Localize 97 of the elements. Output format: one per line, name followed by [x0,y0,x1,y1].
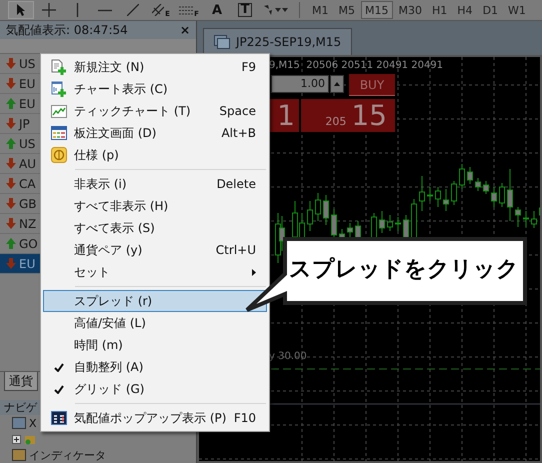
tree-item[interactable]: インディケータ [29,448,106,462]
candlestick [459,164,465,190]
callout-text: スプレッドをクリック [289,257,519,283]
candlestick [427,186,433,202]
folder-icon [24,433,36,445]
timeframe-button[interactable]: M30 [394,1,426,19]
candlestick [475,178,481,192]
timeframe-button[interactable]: W1 [504,1,530,19]
timeframe-button[interactable]: H4 [453,1,477,19]
tick-chart-icon [51,104,67,118]
textbox-tool-button[interactable]: T [232,1,258,19]
candlestick [467,166,473,184]
menu-item[interactable]: すべて非表示 (H) [43,195,267,217]
menu-item[interactable]: 時間 (m) [43,334,267,356]
sell-price[interactable]: 1 [267,99,299,132]
cursor-tool-button[interactable] [8,1,34,19]
candlestick [347,222,353,238]
coin-icon [51,147,67,163]
menu-item[interactable]: 高値/安値 (L) [43,312,267,334]
trend-line-icon [127,4,139,16]
timeframe-button[interactable]: M1 [308,1,332,19]
panel-title: 気配値表示: 08:47:54 [6,22,128,38]
symbol-text: EU [19,256,36,270]
timeframe-button[interactable]: M5 [334,1,359,19]
candlestick [507,168,513,222]
panel-tab[interactable]: 通貨 [4,372,38,391]
menu-item[interactable]: グリッド (G) [43,378,267,400]
candlestick [499,182,505,208]
cursor-icon [16,3,26,17]
candlestick [523,210,529,228]
crosshair-icon [42,3,56,17]
new-document-icon [51,58,67,76]
chart-window-icon [214,35,230,49]
level-label: y 30.00 [269,351,307,362]
candlestick [483,180,489,194]
timeframe-button[interactable]: M15 [361,1,392,19]
symbol-text: EU [19,96,36,110]
text-tool-button[interactable]: A [204,1,230,19]
symbol-text: US [19,136,36,150]
candlestick [379,210,385,234]
tree-item[interactable]: X [29,416,37,430]
candlestick [515,206,521,228]
symbol-text: JP [19,116,30,130]
navigator-title: ナビゲ [4,400,37,415]
symbol-text: GO [19,236,38,250]
candlestick [307,200,313,232]
square-icon [12,449,26,461]
candlestick [387,214,393,232]
chart-tab[interactable]: JP225-SEP19,M15 [203,28,352,55]
timeframe-button[interactable]: H1 [428,1,452,19]
horizontal-line-icon [98,8,112,12]
symbol-text: US [19,56,36,70]
buy-price[interactable]: 205 15 [301,99,395,132]
candlestick [323,194,329,226]
candlestick [531,210,537,228]
menu-item[interactable]: 気配値ポップアップ表示 (P) F10 [43,407,267,429]
symbol-text: AU [19,156,36,170]
menu-item[interactable]: 非表示 (i) Delete [43,173,267,195]
candlestick [395,216,401,232]
menu-item[interactable]: 板注文画面 (D) Alt+B [43,122,267,144]
window-icon [12,417,26,429]
candlestick [491,186,497,208]
caret-icon [282,8,288,12]
chart-info-text: 9,M15 20506 20511 20491 20491 [269,60,444,71]
candlestick [443,188,449,212]
menu-item[interactable]: セット [43,261,267,283]
menu-item[interactable]: 自動整列 (A) [43,356,267,378]
chart-document-icon [51,80,67,98]
up-arrow-icon [334,82,340,86]
submenu-arrow-icon [252,268,256,276]
popup-window-icon [51,411,67,425]
candlestick [451,180,457,206]
lot-field[interactable]: 1.00 [271,75,329,93]
grid-table-icon [51,126,67,140]
menu-item[interactable]: ティックチャート (T) Space [43,100,267,122]
candlestick [419,176,425,212]
fibonacci-icon [179,6,194,14]
symbol-text: EU [19,76,36,90]
candlestick [435,186,441,208]
menu-item[interactable]: チャート表示 (C) [43,78,267,100]
candlestick [315,192,321,222]
symbol-text: NZ [19,216,36,230]
menu-item[interactable]: 通貨ペア (y) Ctrl+U [43,239,267,261]
timeframe-button[interactable]: D1 [478,1,502,19]
menu-item[interactable]: 仕様 (p) [43,144,267,166]
symbol-text: GB [19,196,37,210]
close-button[interactable]: × [180,23,190,37]
menu-item[interactable]: すべて表示 (S) [43,217,267,239]
symbol-text: CA [19,176,36,190]
buy-button[interactable]: BUY [349,74,395,96]
channel-icon [152,4,164,16]
expand-icon[interactable] [12,434,21,444]
menu-item[interactable]: スプレッド (r) [43,290,267,312]
spin-up-button[interactable] [330,75,344,93]
vertical-line-icon [76,3,78,17]
menu-item[interactable]: 新規注文 (N) F9 [43,56,267,78]
shapes-icon [263,4,281,16]
